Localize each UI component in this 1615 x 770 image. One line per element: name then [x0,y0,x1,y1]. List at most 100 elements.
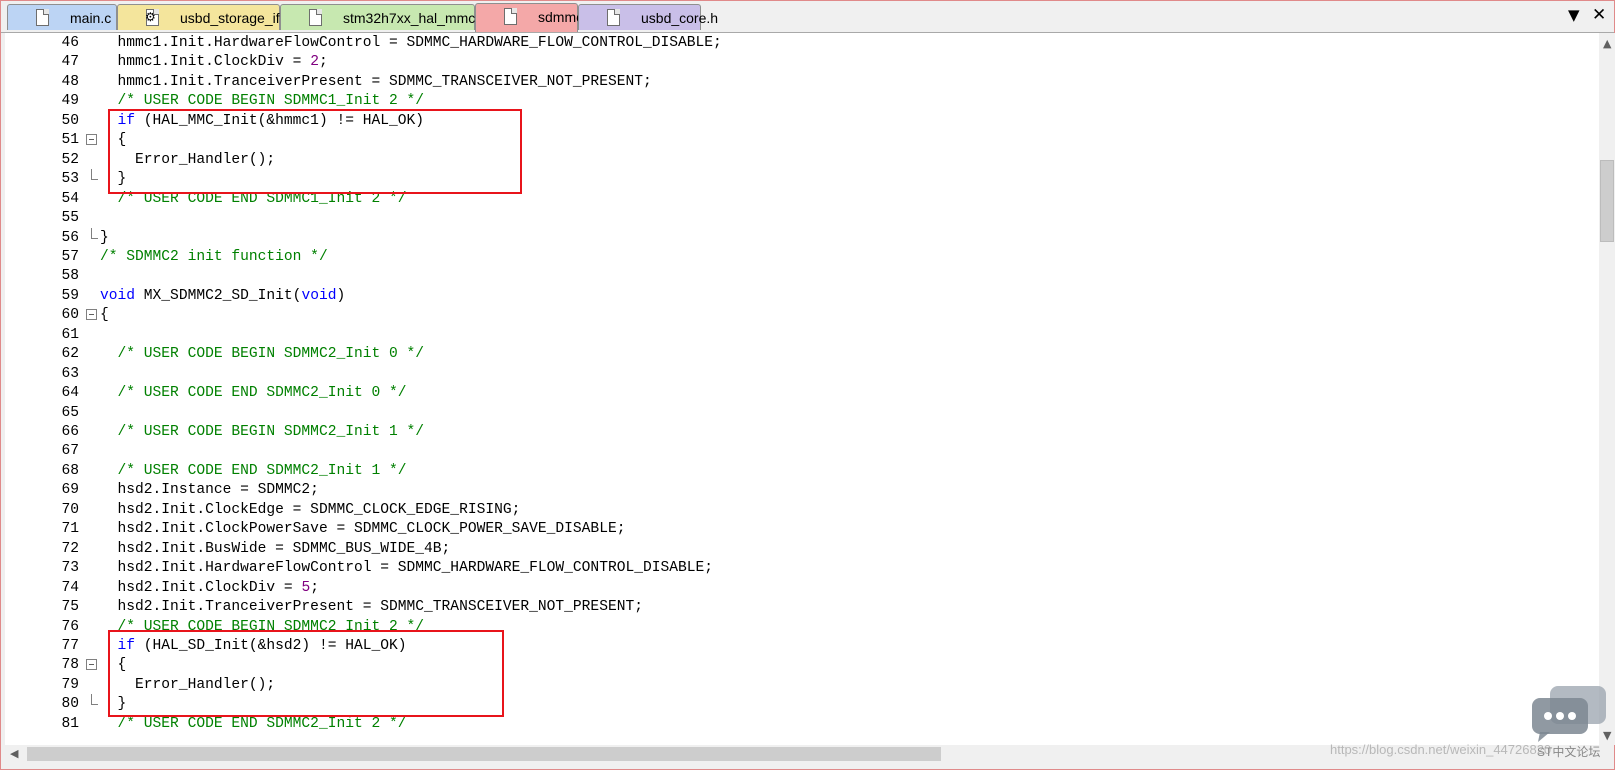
line-number: 76 [61,618,79,635]
code-text: void MX_SDMMC2_SD_Init(void) [100,287,346,304]
line-number: 75 [61,599,79,616]
code-text: hsd2.Init.ClockEdge = SDMMC_CLOCK_EDGE_R… [100,501,521,518]
line-number: 59 [61,287,79,304]
file-icon [607,9,620,26]
line-number: 58 [61,268,79,285]
code-line: 47 hmmc1.Init.ClockDiv = 2; [5,52,1599,72]
line-number: 50 [61,112,79,129]
code-text: hsd2.Instance = SDMMC2; [100,482,319,499]
scroll-left-arrow-icon[interactable]: ◀ [10,747,18,760]
fold-toggle-icon[interactable] [86,659,97,671]
line-number: 53 [61,171,79,188]
tab-main-c[interactable]: main.c [7,4,117,30]
code-line: 62 /* USER CODE BEGIN SDMMC2_Init 0 */ [5,344,1599,364]
code-line: 75 hsd2.Init.TranceiverPresent = SDMMC_T… [5,597,1599,617]
tab-stm32h7xx-hal-mmc-h[interactable]: stm32h7xx_hal_mmc.h [280,4,487,30]
code-text: hmmc1.Init.ClockDiv = 2; [100,54,328,71]
code-line: 74 hsd2.Init.ClockDiv = 5; [5,578,1599,598]
code-editor[interactable]: 46 hmmc1.Init.HardwareFlowControl = SDMM… [5,33,1599,745]
fold-toggle-icon[interactable] [86,309,97,321]
line-number: 62 [61,346,79,363]
line-number: 72 [61,540,79,557]
gear-icon: ⚙ [145,10,156,24]
gear-file-icon: ⚙ [145,9,159,26]
code-comment: /* USER CODE END SDMMC2_Init 1 */ [100,462,407,479]
code-line: 63 [5,364,1599,384]
code-line: 55 [5,208,1599,228]
code-text: hsd2.Init.BusWide = SDMMC_BUS_WIDE_4B; [100,540,451,557]
line-number: 48 [61,73,79,90]
tab-label: stm32h7xx_hal_mmc.h [343,10,487,26]
code-line: 65 [5,403,1599,423]
line-number: 69 [61,482,79,499]
code-line: 61 [5,325,1599,345]
line-number: 81 [61,715,79,732]
tab-usbd-core-h[interactable]: usbd_core.h [578,4,718,30]
close-tab-icon[interactable]: ✕ [1592,5,1606,25]
line-number: 51 [61,132,79,149]
tab-usbd-storage-if-c[interactable]: ⚙ usbd_storage_if.c [117,4,291,30]
code-comment: /* USER CODE BEGIN SDMMC2_Init 1 */ [100,424,425,440]
vertical-scrollbar[interactable]: ▲ ▼ [1599,33,1615,745]
fold-end-marker [91,227,98,239]
fold-end-marker [91,169,98,181]
code-line: 67 [5,441,1599,461]
code-text: hsd2.Init.TranceiverPresent = SDMMC_TRAN… [100,599,643,616]
code-line: 70 hsd2.Init.ClockEdge = SDMMC_CLOCK_EDG… [5,500,1599,520]
code-text: hsd2.Init.ClockDiv = 5; [100,579,319,596]
code-text: hmmc1.Init.HardwareFlowControl = SDMMC_H… [100,35,722,51]
line-number: 74 [61,579,79,596]
code-line: 56} [5,227,1599,248]
code-line: 46 hmmc1.Init.HardwareFlowControl = SDMM… [5,33,1599,53]
code-line: 72 hsd2.Init.BusWide = SDMMC_BUS_WIDE_4B… [5,539,1599,559]
file-icon [504,8,517,25]
watermark-url: https://blog.csdn.net/weixin_44726820 [1330,742,1552,757]
code-line: 66 /* USER CODE BEGIN SDMMC2_Init 1 */ [5,422,1599,442]
line-number: 65 [61,404,79,421]
line-number: 55 [61,210,79,227]
line-number: 49 [61,93,79,110]
fold-end-marker [91,694,98,706]
scroll-up-arrow-icon[interactable]: ▲ [1603,37,1611,50]
line-number: 47 [61,54,79,71]
file-icon [36,9,49,26]
code-comment: /* SDMMC2 init function */ [100,248,328,265]
code-text: hsd2.Init.HardwareFlowControl = SDMMC_HA… [100,560,714,577]
code-line: 71 hsd2.Init.ClockPowerSave = SDMMC_CLOC… [5,519,1599,539]
line-number: 54 [61,190,79,207]
tab-sdmmc-c[interactable]: sdmmc.c [475,3,594,32]
tab-label: usbd_core.h [641,10,719,26]
code-line: 64 /* USER CODE END SDMMC2_Init 0 */ [5,383,1599,403]
line-number: 66 [61,424,79,440]
line-number: 80 [61,696,79,713]
line-number: 64 [61,385,79,402]
forum-chat-logo-icon [1532,686,1606,742]
line-number: 57 [61,248,79,265]
tab-label: main.c [70,10,112,26]
line-number: 60 [61,307,79,324]
forum-site-label: ST中文论坛 [1537,745,1601,759]
fold-toggle-icon[interactable] [86,134,97,146]
line-number: 67 [61,443,79,460]
horizontal-scroll-thumb[interactable] [27,747,941,761]
line-number: 63 [61,365,79,382]
tab-bar: main.c ⚙ usbd_storage_if.c stm32h7xx_hal_mm… [1,1,1614,33]
code-line: 68 /* USER CODE END SDMMC2_Init 1 */ [5,461,1599,481]
code-line: 57 /* SDMMC2 init function */ [5,247,1599,267]
line-number: 68 [61,462,79,479]
line-number: 56 [61,229,79,246]
code-line: 69 hsd2.Instance = SDMMC2; [5,480,1599,500]
code-text: hsd2.Init.ClockPowerSave = SDMMC_CLOCK_P… [100,521,626,538]
code-line: 59 void MX_SDMMC2_SD_Init(void) [5,286,1599,306]
line-number: 52 [61,151,79,168]
line-number: 73 [61,560,79,577]
vertical-scroll-thumb[interactable] [1600,160,1614,242]
line-number: 61 [61,326,79,343]
code-text: hmmc1.Init.TranceiverPresent = SDMMC_TRA… [100,73,652,90]
code-line: 48 hmmc1.Init.TranceiverPresent = SDMMC_… [5,72,1599,92]
line-number: 71 [61,521,79,538]
code-line: 58 [5,266,1599,286]
tab-list-dropdown-icon[interactable]: ▼ [1568,5,1580,25]
code-line: 60 { [5,305,1599,325]
line-number: 70 [61,501,79,518]
